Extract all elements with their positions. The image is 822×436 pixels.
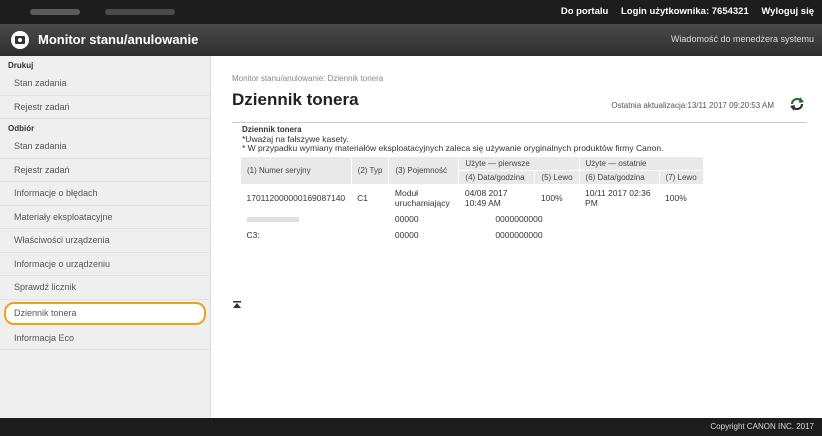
header-bar: Monitor stanu/anulowanie Wiadomość do me…	[0, 24, 822, 56]
cell-capacity: 00000	[394, 214, 419, 224]
scroll-to-top-icon[interactable]	[232, 300, 242, 310]
sidebar-item-error-info[interactable]: Informacje o błędach	[0, 182, 210, 206]
copyright-text: Copyright CANON INC. 2017	[710, 422, 814, 431]
cell-last-left	[659, 227, 703, 243]
sidebar-item-print-job-status[interactable]: Stan zadania	[0, 72, 210, 96]
sidebar-item-consumables[interactable]: Materiały eksploatacyjne	[0, 206, 210, 229]
login-user-label: Login użytkownika: 7654321	[620, 6, 749, 17]
table-row: 00000 0000000000	[241, 211, 704, 227]
cell-capacity: Moduł uruchamiający	[394, 188, 450, 208]
sidebar-group-receive: Odbiór	[8, 124, 35, 133]
sidebar-item-receive-job-log[interactable]: Rejestr zadań	[0, 159, 210, 182]
col-capacity: (3) Pojemność	[388, 156, 460, 185]
cell-serial: C3:	[246, 230, 260, 240]
col-first-left: (5) Lewo	[534, 170, 580, 185]
blurred-text	[105, 9, 175, 15]
sidebar-item-device-features[interactable]: Właściwości urządzenia	[0, 229, 210, 253]
top-links: Do portalu Login użytkownika: 7654321 Wy…	[551, 6, 814, 17]
last-update-text: Ostatnia aktualizacja:13/11 2017 09:20:5…	[611, 101, 774, 110]
logout-link[interactable]: Wyloguj się	[761, 6, 814, 17]
cell-serial: 1701120000001690871​40	[246, 193, 346, 203]
col-first-date: (4) Data/godzina	[458, 170, 536, 185]
sidebar: Drukuj Stan zadania Rejestr zadań Odbiór…	[0, 56, 211, 418]
cell-capacity: 00000	[394, 230, 419, 240]
cell-serial	[241, 211, 352, 227]
table-row: C3: 00000 0000000000	[241, 227, 704, 243]
cell-type	[351, 211, 389, 227]
col-group-first-used: Użyte — pierwsze	[458, 156, 580, 171]
page-title: Dziennik tonera	[232, 90, 359, 109]
col-type: (2) Typ	[350, 156, 390, 185]
sidebar-item-eco-info[interactable]: Informacja Eco	[0, 327, 210, 350]
blurred-text	[246, 217, 299, 222]
col-last-date: (6) Data/godzina	[578, 170, 660, 185]
col-last-left: (7) Lewo	[658, 170, 704, 185]
cell-type: C1	[357, 193, 369, 203]
sidebar-item-receive-job-status[interactable]: Stan zadania	[0, 135, 210, 159]
cell-first-left: 100%	[540, 193, 563, 203]
cell-last-date: 10/11 2017 02:36 PM	[585, 188, 651, 208]
breadcrumb: Monitor stanu/anulowanie: Dziennik toner…	[232, 74, 384, 83]
message-to-admin-link[interactable]: Wiadomość do menedżera systemu	[671, 34, 814, 44]
cell-first-date: 04/08 2017 10:49 AM	[464, 188, 508, 208]
cell-type	[351, 227, 389, 243]
cell-last-date	[579, 211, 659, 227]
app-title: Monitor stanu/anulowanie	[38, 32, 199, 47]
footer: Copyright CANON INC. 2017	[0, 418, 822, 436]
blurred-text	[30, 9, 80, 15]
sidebar-group-print: Drukuj	[8, 61, 34, 70]
cell-last-date	[579, 227, 659, 243]
portal-link[interactable]: Do portalu	[561, 6, 609, 17]
cell-first-date: 0000000000	[495, 214, 543, 224]
col-group-last-used: Użyte — ostatnie	[578, 156, 704, 171]
top-bar: Do portalu Login użytkownika: 7654321 Wy…	[0, 0, 822, 24]
cell-last-left	[659, 211, 703, 227]
refresh-icon[interactable]	[788, 96, 806, 112]
sidebar-item-toner-log[interactable]: Dziennik tonera	[4, 301, 206, 325]
cell-first-date: 0000000000	[495, 230, 543, 240]
toner-log-panel: Dziennik tonera *Uważaj na fałszywe kase…	[232, 122, 807, 243]
sidebar-item-print-job-log[interactable]: Rejestr zadań	[0, 96, 210, 119]
col-serial: (1) Numer seryjny	[240, 156, 352, 185]
sidebar-item-check-counter[interactable]: Sprawdź licznik	[0, 276, 210, 300]
sidebar-item-device-info[interactable]: Informacje o urządzeniu	[0, 253, 210, 276]
monitor-logo-icon	[11, 31, 29, 49]
cell-last-left: 100%	[665, 193, 687, 203]
table-row: 1701120000001690871​40 C1 Moduł uruchami…	[241, 185, 704, 212]
toner-log-table: (1) Numer seryjny (2) Typ (3) Pojemność …	[240, 156, 704, 243]
main-content: Monitor stanu/anulowanie: Dziennik toner…	[212, 56, 822, 418]
note-genuine-products: * W przypadku wymiany materiałów eksploa…	[242, 143, 664, 153]
